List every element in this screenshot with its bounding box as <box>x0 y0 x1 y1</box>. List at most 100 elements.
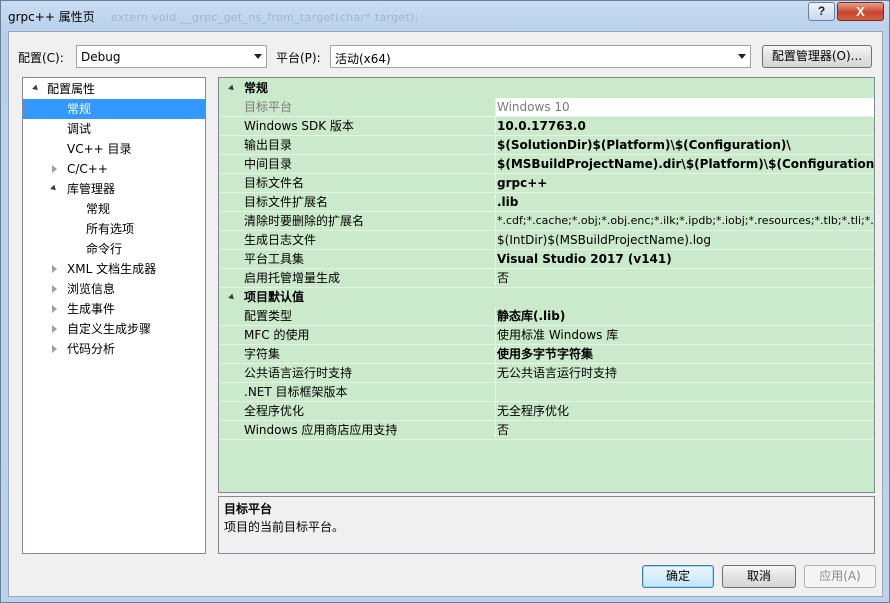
property-tree[interactable]: 配置属性 常规 调试 VC++ 目录 C/C++ 库管理器 常规 所有选项 命令… <box>22 77 206 554</box>
property-name: 输出目录 <box>244 138 293 152</box>
property-row[interactable]: 目标文件名 grpc++ <box>219 174 874 193</box>
property-value[interactable]: 静态库(.lib) <box>495 307 874 325</box>
property-value[interactable]: .lib <box>495 193 874 211</box>
property-value[interactable]: Windows 10 <box>495 98 874 116</box>
property-row[interactable]: 配置类型 静态库(.lib) <box>219 307 874 326</box>
property-name: 目标平台 <box>244 100 293 114</box>
tree-item-label: 浏览信息 <box>67 282 116 296</box>
tree-item-vc-directories[interactable]: VC++ 目录 <box>23 139 205 159</box>
property-row[interactable]: Windows SDK 版本 10.0.17763.0 <box>219 117 874 136</box>
property-row[interactable]: .NET 目标框架版本 <box>219 383 874 402</box>
property-row[interactable]: 字符集 使用多字节字符集 <box>219 345 874 364</box>
property-value[interactable]: $(MSBuildProjectName).dir\$(Platform)\$(… <box>495 155 874 173</box>
tree-item-librarian[interactable]: 库管理器 <box>23 179 205 199</box>
collapse-arrow-icon[interactable] <box>52 305 57 313</box>
property-name: 公共语言运行时支持 <box>244 366 353 380</box>
expand-arrow-icon[interactable] <box>32 84 40 93</box>
tree-item-code-analysis[interactable]: 代码分析 <box>23 339 205 359</box>
property-value[interactable]: 无全程序优化 <box>495 402 874 420</box>
tree-item-label: 库管理器 <box>67 182 116 196</box>
property-value[interactable]: grpc++ <box>495 174 874 192</box>
property-value[interactable]: 使用标准 Windows 库 <box>495 326 874 344</box>
property-row[interactable]: 启用托管增量生成 否 <box>219 269 874 288</box>
platform-select[interactable]: 活动(x64) <box>330 45 751 68</box>
property-value[interactable]: *.cdf;*.cache;*.obj;*.obj.enc;*.ilk;*.ip… <box>495 212 874 230</box>
property-row[interactable]: 公共语言运行时支持 无公共语言运行时支持 <box>219 364 874 383</box>
tree-item-label: XML 文档生成器 <box>67 262 157 276</box>
background-code-text: extern void __grpc_get_ns_from_target(ch… <box>111 11 419 24</box>
configuration-value: Debug <box>81 50 121 64</box>
property-row[interactable]: 输出目录 $(SolutionDir)$(Platform)\$(Configu… <box>219 136 874 155</box>
property-name: 字符集 <box>244 347 281 361</box>
title-bar[interactable]: grpc++ 属性页 extern void __grpc_get_ns_fro… <box>1 1 889 31</box>
tree-item-label: 调试 <box>67 122 92 136</box>
category-general[interactable]: 常规 <box>219 79 874 98</box>
property-row[interactable]: 清除时要删除的扩展名 *.cdf;*.cache;*.obj;*.obj.enc… <box>219 212 874 231</box>
property-name: 生成日志文件 <box>244 233 317 247</box>
expand-arrow-icon[interactable] <box>50 184 58 193</box>
property-grid[interactable]: 常规 目标平台 Windows 10 Windows SDK 版本 10.0.1… <box>218 77 875 493</box>
collapse-arrow-icon[interactable] <box>52 325 57 333</box>
tree-item-general[interactable]: 常规 <box>23 99 205 119</box>
property-value[interactable]: $(SolutionDir)$(Platform)\$(Configuratio… <box>495 136 874 154</box>
description-panel: 目标平台 项目的当前目标平台。 <box>218 496 875 554</box>
property-value[interactable]: 无公共语言运行时支持 <box>495 364 874 382</box>
property-row[interactable]: 平台工具集 Visual Studio 2017 (v141) <box>219 250 874 269</box>
tree-item-label: 代码分析 <box>67 342 116 356</box>
platform-label: 平台(P): <box>276 51 321 65</box>
cancel-button[interactable]: 取消 <box>722 565 796 588</box>
property-name: 目标文件名 <box>244 176 305 190</box>
description-text: 项目的当前目标平台。 <box>224 520 345 534</box>
tree-item-custom-build-step[interactable]: 自定义生成步骤 <box>23 319 205 339</box>
tree-item-xml-doc-generator[interactable]: XML 文档生成器 <box>23 259 205 279</box>
close-button[interactable]: X <box>837 2 884 21</box>
apply-button[interactable]: 应用(A) <box>804 565 876 588</box>
tree-item-all-options[interactable]: 所有选项 <box>23 219 205 239</box>
configuration-select[interactable]: Debug <box>76 45 267 68</box>
collapse-arrow-icon[interactable] <box>52 165 57 173</box>
config-manager-button[interactable]: 配置管理器(O)... <box>762 45 872 68</box>
property-name: Windows 应用商店应用支持 <box>244 423 398 437</box>
tree-item-browse-information[interactable]: 浏览信息 <box>23 279 205 299</box>
collapse-arrow-icon[interactable] <box>52 285 57 293</box>
property-row[interactable]: 生成日志文件 $(IntDir)$(MSBuildProjectName).lo… <box>219 231 874 250</box>
category-project-defaults[interactable]: 项目默认值 <box>219 288 874 307</box>
tree-item-librarian-general[interactable]: 常规 <box>23 199 205 219</box>
property-name: 中间目录 <box>244 157 293 171</box>
tree-item-debugging[interactable]: 调试 <box>23 119 205 139</box>
property-value[interactable]: 否 <box>495 421 874 439</box>
property-value[interactable]: 10.0.17763.0 <box>495 117 874 135</box>
config-label: 配置(C): <box>18 51 64 65</box>
tree-item-c-cpp[interactable]: C/C++ <box>23 159 205 179</box>
tree-item-command-line[interactable]: 命令行 <box>23 239 205 259</box>
property-name: 清除时要删除的扩展名 <box>244 214 365 228</box>
collapse-arrow-icon[interactable] <box>52 265 57 273</box>
property-name: 平台工具集 <box>244 252 305 266</box>
tree-item-label: 常规 <box>86 202 111 216</box>
ok-button[interactable]: 确定 <box>642 565 714 588</box>
property-value[interactable]: 使用多字节字符集 <box>495 345 874 363</box>
collapse-arrow-icon[interactable] <box>52 345 57 353</box>
property-value[interactable] <box>495 383 874 401</box>
tree-item-build-events[interactable]: 生成事件 <box>23 299 205 319</box>
property-row[interactable]: 目标平台 Windows 10 <box>219 98 874 117</box>
expand-arrow-icon[interactable] <box>228 293 236 302</box>
tree-item-label: 命令行 <box>86 242 123 256</box>
property-value[interactable]: $(IntDir)$(MSBuildProjectName).log <box>495 231 874 249</box>
property-row[interactable]: MFC 的使用 使用标准 Windows 库 <box>219 326 874 345</box>
property-value[interactable]: 否 <box>495 269 874 287</box>
chevron-down-icon <box>738 54 746 59</box>
property-name: 配置类型 <box>244 309 293 323</box>
expand-arrow-icon[interactable] <box>228 84 236 93</box>
property-row[interactable]: Windows 应用商店应用支持 否 <box>219 421 874 440</box>
description-title: 目标平台 <box>224 502 273 516</box>
property-name: .NET 目标框架版本 <box>244 385 348 399</box>
property-name: 目标文件扩展名 <box>244 195 329 209</box>
chevron-down-icon <box>254 54 262 59</box>
tree-item-config-properties[interactable]: 配置属性 <box>23 79 205 99</box>
property-value[interactable]: Visual Studio 2017 (v141) <box>495 250 874 268</box>
property-row[interactable]: 全程序优化 无全程序优化 <box>219 402 874 421</box>
help-button[interactable]: ? <box>808 2 835 21</box>
property-row[interactable]: 中间目录 $(MSBuildProjectName).dir\$(Platfor… <box>219 155 874 174</box>
property-row[interactable]: 目标文件扩展名 .lib <box>219 193 874 212</box>
